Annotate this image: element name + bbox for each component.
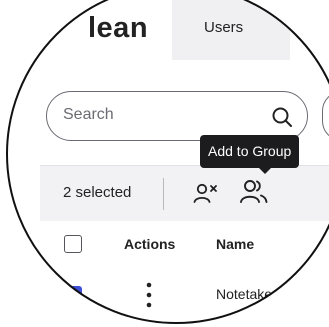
- add-to-group-tooltip: Add to Group: [200, 135, 300, 168]
- column-header-name[interactable]: Name: [216, 236, 254, 252]
- selected-count: 2 selected: [63, 184, 132, 201]
- magnifier-view: lean Users Search 2 selected Actions Nam…: [6, 0, 329, 324]
- column-header-actions: Actions: [124, 236, 176, 252]
- selection-toolbar: 2 selected: [40, 165, 329, 223]
- users-page: lean Users Search 2 selected Actions Nam…: [6, 0, 329, 324]
- more-vertical-icon[interactable]: [146, 281, 152, 309]
- tab-next[interactable]: [290, 0, 329, 60]
- add-to-group-icon[interactable]: [239, 176, 269, 208]
- app-logo-text: lean: [88, 12, 149, 44]
- row-name: Notetake: [216, 286, 273, 302]
- table-header: Actions Name: [40, 221, 329, 270]
- row-checkbox[interactable]: [64, 286, 82, 304]
- search-input[interactable]: Search: [46, 91, 308, 141]
- search-icon[interactable]: [271, 106, 293, 128]
- screenshot-stage: lean Users Search 2 selected Actions Nam…: [0, 0, 329, 327]
- select-all-checkbox[interactable]: [64, 235, 82, 253]
- top-navigation: lean Users: [6, 0, 329, 60]
- search-placeholder: Search: [63, 106, 114, 123]
- tab-users-label: Users: [204, 19, 244, 36]
- table-row[interactable]: Notetake: [40, 269, 329, 324]
- remove-user-icon[interactable]: [192, 180, 220, 208]
- toolbar-divider: [163, 178, 164, 210]
- filter-button[interactable]: [322, 91, 329, 141]
- tooltip-arrow: [258, 167, 272, 174]
